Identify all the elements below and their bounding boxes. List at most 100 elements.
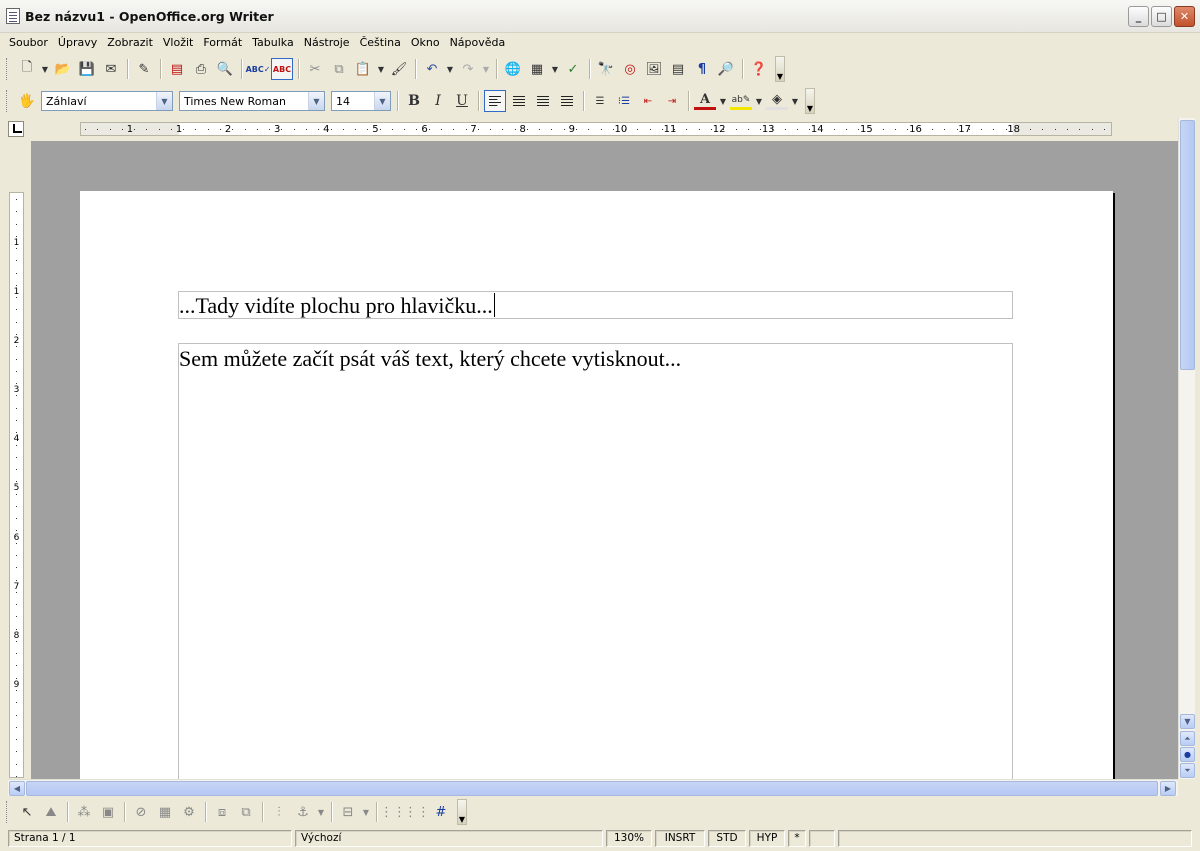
formatting-marks-icon[interactable]: ¶ — [691, 58, 713, 80]
anchor-dropdown-icon[interactable]: ▼ — [316, 801, 326, 823]
status-digital-signature[interactable] — [809, 829, 835, 847]
document-area[interactable]: ...Tady vidíte plochu pro hlavičku... Se… — [31, 141, 1178, 779]
chevron-down-icon[interactable]: ▼ — [156, 92, 172, 110]
help-icon[interactable]: ❓ — [748, 58, 770, 80]
scroll-right-icon[interactable]: ▶ — [1160, 781, 1176, 796]
open-folder-icon[interactable]: 📂 — [52, 58, 74, 80]
numbering-icon[interactable]: ☰ — [589, 90, 611, 112]
redo-icon[interactable]: ↷ — [457, 58, 479, 80]
vertical-scroll-thumb[interactable] — [1180, 120, 1195, 370]
points-icon[interactable]: ⛰ — [40, 801, 62, 823]
align-left-button[interactable] — [484, 90, 506, 112]
menu-soubor[interactable]: Soubor — [4, 36, 53, 49]
wrap-icon[interactable]: ⊟ — [337, 801, 359, 823]
status-modified[interactable]: * — [788, 829, 806, 847]
menu-vlozit[interactable]: Vložit — [158, 36, 198, 49]
status-selection-mode[interactable]: STD — [708, 829, 746, 847]
toolbar-overflow-icon[interactable]: ▼ — [805, 88, 815, 114]
increase-indent-icon[interactable]: ⇥ — [661, 90, 683, 112]
find-replace-icon[interactable]: 🔭 — [595, 58, 617, 80]
close-button[interactable]: ✕ — [1174, 6, 1195, 27]
justify-button[interactable] — [556, 90, 578, 112]
align-right-button[interactable] — [532, 90, 554, 112]
undo-icon[interactable]: ↶ — [421, 58, 443, 80]
show-draw-functions-icon[interactable]: ✓ — [562, 58, 584, 80]
background-color-dropdown-icon[interactable]: ▼ — [790, 90, 800, 112]
page-body[interactable]: Sem můžete začít psát váš text, který ch… — [178, 343, 1013, 779]
menu-upravy[interactable]: Úpravy — [53, 36, 102, 49]
previous-page-icon[interactable]: ⏶ — [1180, 731, 1195, 746]
format-paintbrush-icon[interactable]: 🖌 — [388, 58, 410, 80]
send-to-back-icon[interactable]: ⧉ — [235, 801, 257, 823]
grid-icon[interactable]: ⋮⋮ — [380, 801, 406, 823]
menu-tabulka[interactable]: Tabulka — [247, 36, 299, 49]
italic-button[interactable]: I — [427, 90, 449, 112]
header-text[interactable]: ...Tady vidíte plochu pro hlavičku... — [179, 293, 495, 319]
export-pdf-icon[interactable]: ▤ — [166, 58, 188, 80]
toolbar-grip[interactable] — [6, 801, 9, 823]
enter-group-icon[interactable]: ▣ — [97, 801, 119, 823]
font-name-select[interactable]: Times New Roman ▼ — [179, 91, 325, 111]
status-zoom[interactable]: 130% — [606, 829, 652, 847]
font-color-icon[interactable]: A — [694, 92, 716, 110]
menu-format[interactable]: Formát — [198, 36, 247, 49]
gallery-icon[interactable]: 🖼 — [643, 58, 665, 80]
horizontal-ruler[interactable]: 1 1 2 3 4 5 6 7 8 9 10 11 12 13 14 15 16 17 18 — [80, 122, 1112, 136]
bring-to-front-icon[interactable]: ⧈ — [211, 801, 233, 823]
table-dropdown-icon[interactable]: ▼ — [550, 58, 560, 80]
spellcheck-icon[interactable]: ABC✓ — [246, 58, 271, 80]
select-arrow-icon[interactable]: ↖ — [16, 801, 38, 823]
object-table-icon[interactable]: ▦ — [154, 801, 176, 823]
group-icon[interactable]: ⁂ — [73, 801, 95, 823]
status-page-style[interactable]: Výchozí — [295, 829, 603, 847]
save-icon[interactable]: 💾 — [76, 58, 98, 80]
align-center-button[interactable] — [508, 90, 530, 112]
menu-zobrazit[interactable]: Zobrazit — [102, 36, 158, 49]
alignment-icon[interactable]: ⫶ — [268, 801, 290, 823]
toolbar-grip[interactable] — [6, 58, 9, 80]
underline-button[interactable]: U — [451, 90, 473, 112]
navigator-icon[interactable]: ◎ — [619, 58, 641, 80]
paste-dropdown-icon[interactable]: ▼ — [376, 58, 386, 80]
scroll-left-icon[interactable]: ◀ — [9, 781, 25, 796]
redo-dropdown-icon[interactable]: ▼ — [481, 58, 491, 80]
status-page[interactable]: Strana 1 / 1 — [8, 829, 292, 847]
body-text[interactable]: Sem můžete začít psát váš text, který ch… — [179, 346, 681, 372]
tab-stop-selector[interactable] — [8, 121, 24, 137]
next-page-icon[interactable]: ⏷ — [1180, 763, 1195, 778]
copy-icon[interactable]: ⧉ — [328, 58, 350, 80]
toolbar-overflow-icon[interactable]: ▼ — [457, 799, 467, 825]
new-document-icon[interactable]: 🗋 — [16, 58, 38, 80]
vertical-ruler[interactable]: 1 1 2 3 4 5 6 7 8 9 — [9, 192, 24, 778]
zoom-icon[interactable]: 🔎 — [715, 58, 737, 80]
chevron-down-icon[interactable]: ▼ — [374, 92, 390, 110]
menu-okno[interactable]: Okno — [406, 36, 445, 49]
menu-cestina[interactable]: Čeština — [355, 36, 406, 49]
decrease-indent-icon[interactable]: ⇤ — [637, 90, 659, 112]
print-preview-icon[interactable]: 🔍 — [214, 58, 236, 80]
auto-spellcheck-icon[interactable]: ABC — [271, 58, 293, 80]
snap-grid-icon[interactable]: ⋮⋮ — [404, 801, 430, 823]
grid-lines-icon[interactable]: # — [430, 801, 452, 823]
toolbar-overflow-icon[interactable]: ▼ — [775, 56, 785, 82]
document-page[interactable]: ...Tady vidíte plochu pro hlavičku... Se… — [80, 191, 1113, 779]
bullets-icon[interactable]: ⁝☰ — [613, 90, 635, 112]
toolbar-grip[interactable] — [6, 90, 9, 112]
status-hyperlink-mode[interactable]: HYP — [749, 829, 785, 847]
status-insert-mode[interactable]: INSRT — [655, 829, 705, 847]
table-icon[interactable]: ▦ — [526, 58, 548, 80]
highlighting-icon[interactable]: ab✎ — [730, 92, 752, 110]
data-sources-icon[interactable]: ▤ — [667, 58, 689, 80]
horizontal-scrollbar[interactable]: ◀ ▶ — [8, 779, 1178, 796]
paste-icon[interactable]: 📋 — [352, 58, 374, 80]
object-properties-icon[interactable]: ⚙ — [178, 801, 200, 823]
edit-object-icon[interactable]: ⊘ — [130, 801, 152, 823]
styles-formatting-icon[interactable]: 🖐 — [16, 90, 38, 112]
hyperlink-icon[interactable]: 🌐 — [502, 58, 524, 80]
font-color-dropdown-icon[interactable]: ▼ — [718, 90, 728, 112]
paragraph-style-select[interactable]: Záhlaví ▼ — [41, 91, 173, 111]
background-color-icon[interactable]: ◈ — [766, 92, 788, 110]
chevron-down-icon[interactable]: ▼ — [308, 92, 324, 110]
menu-napoveda[interactable]: Nápověda — [445, 36, 511, 49]
undo-dropdown-icon[interactable]: ▼ — [445, 58, 455, 80]
